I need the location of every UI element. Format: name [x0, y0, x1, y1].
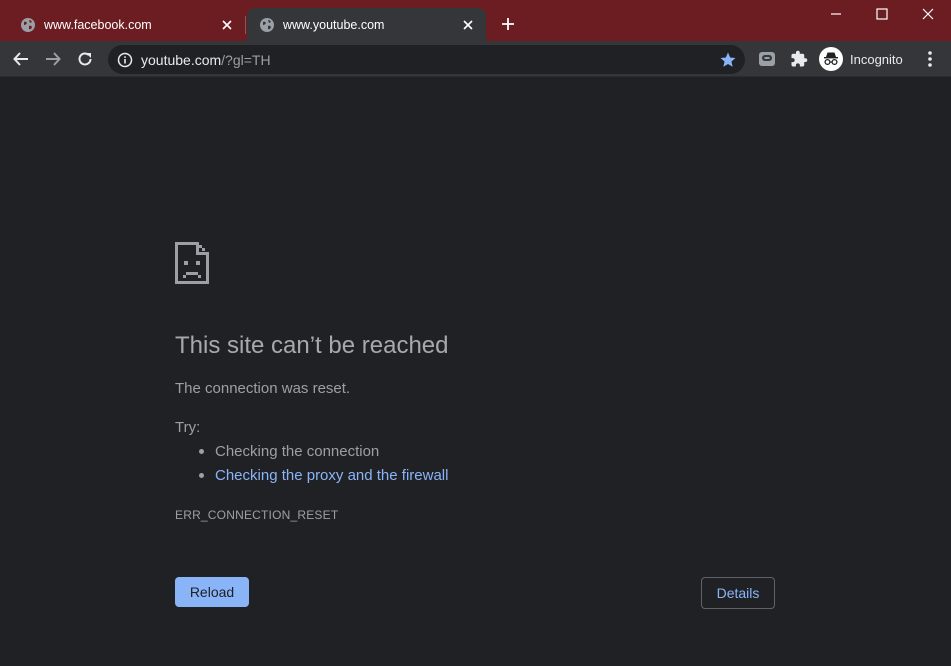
reload-button[interactable]: Reload: [175, 577, 249, 607]
tab-facebook[interactable]: www.facebook.com: [8, 8, 245, 41]
url-host: youtube.com: [141, 51, 222, 68]
forward-button[interactable]: [39, 45, 67, 73]
url-text[interactable]: youtube.com/?gl=TH: [141, 52, 271, 68]
suggestion-check-proxy-link[interactable]: Checking the proxy and the firewall: [198, 466, 448, 490]
maximize-icon: [876, 8, 888, 20]
new-tab-button[interactable]: [496, 12, 520, 36]
close-icon[interactable]: [217, 15, 237, 35]
tab-strip: www.facebook.com www.youtube.com: [0, 0, 951, 41]
tab-youtube[interactable]: www.youtube.com: [247, 8, 486, 41]
info-icon[interactable]: [117, 52, 133, 68]
tab-separator: [245, 16, 246, 34]
globe-icon: [259, 17, 275, 33]
maximize-button[interactable]: [859, 0, 905, 28]
arrow-left-icon: [13, 52, 28, 66]
refresh-icon: [78, 52, 92, 66]
toolbar: youtube.com/?gl=TH Incognito: [0, 41, 951, 77]
minimize-button[interactable]: [813, 0, 859, 28]
menu-button[interactable]: [916, 45, 944, 73]
tab-title: www.youtube.com: [283, 17, 385, 32]
error-page: This site can’t be reached The connectio…: [0, 78, 951, 666]
incognito-icon: [819, 47, 843, 71]
extension-button[interactable]: [753, 45, 781, 73]
arrow-right-icon: [46, 52, 61, 66]
url-path: /?gl=TH: [221, 51, 271, 68]
globe-icon: [20, 17, 36, 33]
suggestion-check-connection: Checking the connection: [198, 442, 448, 466]
star-icon[interactable]: [719, 51, 737, 69]
chat-bubble-icon: [759, 52, 775, 66]
more-vert-icon: [928, 51, 932, 67]
error-description: The connection was reset.: [175, 380, 351, 397]
tab-title: www.facebook.com: [44, 17, 152, 32]
minimize-icon: [831, 13, 841, 15]
address-bar[interactable]: youtube.com/?gl=TH: [108, 45, 745, 74]
incognito-profile-button[interactable]: Incognito: [817, 45, 911, 73]
extensions-button[interactable]: [785, 45, 813, 73]
sad-page-icon: [175, 242, 209, 284]
plus-icon: [502, 18, 514, 30]
error-title: This site can’t be reached: [175, 332, 449, 359]
incognito-label: Incognito: [850, 51, 903, 67]
back-button[interactable]: [7, 45, 35, 73]
window-close-button[interactable]: [905, 0, 951, 28]
close-icon: [922, 8, 934, 20]
error-code: ERR_CONNECTION_RESET: [175, 508, 339, 522]
suggestion-list: Checking the connection Checking the pro…: [198, 442, 448, 490]
puzzle-icon: [791, 50, 808, 67]
try-label: Try:: [175, 419, 201, 436]
close-icon[interactable]: [458, 15, 478, 35]
reload-toolbar-button[interactable]: [71, 45, 99, 73]
details-button[interactable]: Details: [701, 577, 775, 609]
